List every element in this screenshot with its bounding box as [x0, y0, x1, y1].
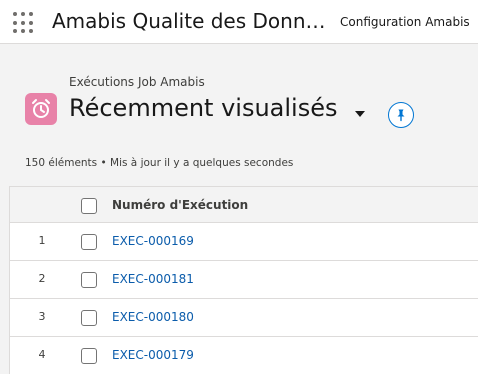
- select-all-checkbox[interactable]: [81, 198, 97, 214]
- nav-item-configuration[interactable]: Configuration Amabis: [340, 15, 470, 29]
- table-row: 1 EXEC-000169: [10, 223, 478, 261]
- row-number: 4: [38, 348, 46, 361]
- pin-list-view-button[interactable]: [388, 102, 414, 128]
- row-checkbox[interactable]: [81, 272, 97, 288]
- alarm-clock-icon: [25, 93, 57, 125]
- record-link[interactable]: EXEC-000179: [112, 348, 194, 362]
- row-number: 3: [38, 310, 46, 323]
- pin-icon: [397, 109, 405, 122]
- row-number: 1: [38, 234, 46, 247]
- table-header-row: Numéro d'Exécution: [10, 187, 478, 223]
- list-view-header: Exécutions Job Amabis Récemment visualis…: [0, 45, 478, 186]
- table-row: 3 EXEC-000180: [10, 299, 478, 337]
- row-checkbox[interactable]: [81, 234, 97, 250]
- app-launcher-waffle-icon[interactable]: [13, 12, 35, 34]
- row-checkbox[interactable]: [81, 310, 97, 326]
- record-link[interactable]: EXEC-000181: [112, 272, 194, 286]
- app-name: Amabis Qualite des Donn…: [52, 9, 326, 33]
- global-header: Amabis Qualite des Donn… Configuration A…: [0, 0, 478, 44]
- list-status-text: 150 éléments • Mis à jour il y a quelque…: [25, 157, 294, 169]
- row-checkbox[interactable]: [81, 348, 97, 364]
- record-link[interactable]: EXEC-000169: [112, 234, 194, 248]
- list-view-title: Récemment visualisés: [69, 94, 338, 122]
- row-number: 2: [38, 272, 46, 285]
- record-link[interactable]: EXEC-000180: [112, 310, 194, 324]
- list-view-dropdown-icon[interactable]: [355, 111, 365, 117]
- list-view-table: Numéro d'Exécution 1 EXEC-000169 2 EXEC-…: [9, 186, 478, 374]
- table-row: 4 EXEC-000179: [10, 337, 478, 374]
- object-label: Exécutions Job Amabis: [69, 75, 205, 89]
- table-row: 2 EXEC-000181: [10, 261, 478, 299]
- column-header-numero-execution[interactable]: Numéro d'Exécution: [112, 198, 248, 212]
